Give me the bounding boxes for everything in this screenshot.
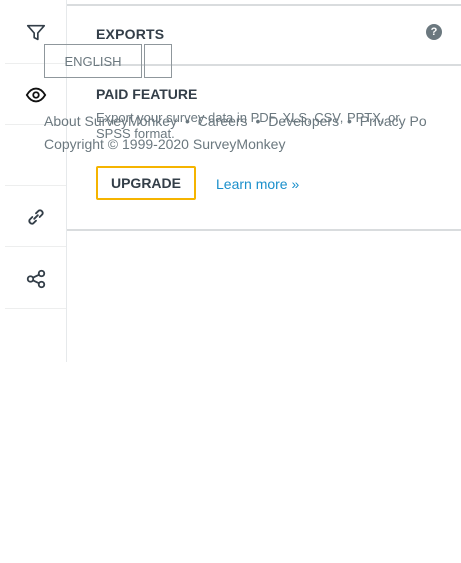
eye-icon[interactable] (24, 83, 48, 107)
filter-icon[interactable] (24, 21, 48, 45)
footer-link-careers[interactable]: Careers (198, 113, 248, 129)
exports-title: EXPORTS (96, 26, 165, 42)
copyright-text: Copyright © 1999-2020 SurveyMonkey (44, 136, 286, 152)
footer-link-privacy[interactable]: Privacy Po (360, 113, 427, 129)
help-icon[interactable]: ? (426, 24, 442, 40)
footer-separator: • (346, 113, 352, 129)
panel-bottom-border (67, 229, 461, 231)
language-selector[interactable]: ENGLISH (44, 44, 142, 78)
paid-feature-title: PAID FEATURE (96, 86, 198, 102)
footer-separator: • (184, 113, 190, 129)
footer-separator: • (255, 113, 261, 129)
language-dropdown-toggle[interactable] (144, 44, 172, 78)
panel-top-border (67, 4, 461, 6)
footer-link-developers[interactable]: Developers (268, 113, 339, 129)
link-icon[interactable] (24, 205, 48, 229)
share-icon[interactable] (24, 267, 48, 291)
footer-links: About SurveyMonkey • Careers • Developer… (44, 113, 431, 129)
learn-more-link[interactable]: Learn more » (216, 176, 299, 192)
footer-link-about[interactable]: About SurveyMonkey (44, 113, 177, 129)
upgrade-button[interactable]: UPGRADE (96, 166, 196, 200)
